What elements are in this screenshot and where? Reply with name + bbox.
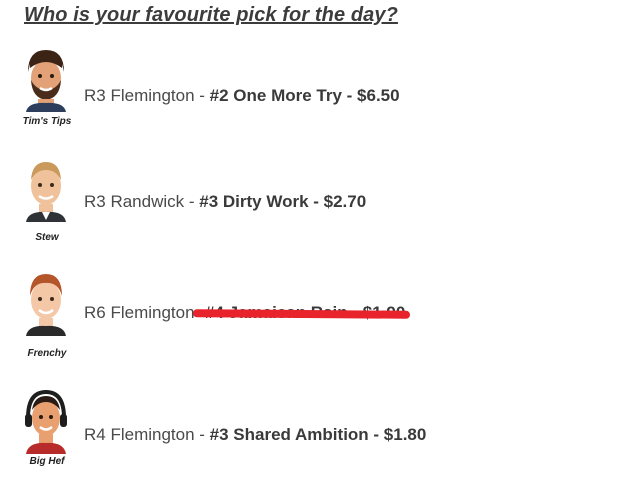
tipster-name: Tim's Tips bbox=[22, 116, 72, 127]
selection-label: #3 Dirty Work - $2.70 bbox=[199, 192, 367, 211]
pick-text: R6 Flemington - #4 Jamaican Rain - $1.90 bbox=[84, 303, 410, 323]
pick-text: R4 Flemington - #3 Shared Ambition - $1.… bbox=[84, 425, 426, 445]
race-label: R3 Flemington bbox=[84, 86, 195, 105]
pick-row: Frenchy R6 Flemington - #4 Jamaican Rain… bbox=[14, 270, 614, 360]
separator: - bbox=[194, 425, 210, 444]
redhead-man-avatar-icon bbox=[22, 270, 70, 336]
tipster-name: Stew bbox=[35, 232, 59, 243]
scratched-selection: - #4 Jamaican Rain - $1.90 bbox=[192, 303, 410, 323]
bearded-man-avatar-icon bbox=[22, 46, 70, 112]
headphones-man-avatar-icon bbox=[22, 388, 70, 454]
race-label: R4 Flemington bbox=[84, 425, 195, 444]
pick-row: Big Hef R4 Flemington - #3 Shared Ambiti… bbox=[14, 388, 614, 478]
pick-row: Tim's Tips R3 Flemington - #2 One More T… bbox=[14, 46, 614, 136]
selection-label: #2 One More Try - $6.50 bbox=[209, 86, 400, 105]
race-label: R6 Flemington bbox=[84, 303, 195, 322]
pick-text: R3 Flemington - #2 One More Try - $6.50 bbox=[84, 86, 400, 106]
blond-man-avatar-icon bbox=[22, 156, 70, 222]
tipster-name: Frenchy bbox=[27, 348, 67, 359]
tipster-name: Big Hef bbox=[29, 456, 65, 467]
page-title: Who is your favourite pick for the day? bbox=[24, 4, 398, 26]
selection-label: #3 Shared Ambition - $1.80 bbox=[209, 425, 427, 444]
pick-text: R3 Randwick - #3 Dirty Work - $2.70 bbox=[84, 192, 366, 212]
scratch-strikethrough bbox=[192, 309, 410, 319]
separator: - bbox=[184, 192, 200, 211]
separator: - bbox=[194, 86, 210, 105]
race-label: R3 Randwick bbox=[84, 192, 185, 211]
pick-row: Stew R3 Randwick - #3 Dirty Work - $2.70 bbox=[14, 156, 614, 246]
